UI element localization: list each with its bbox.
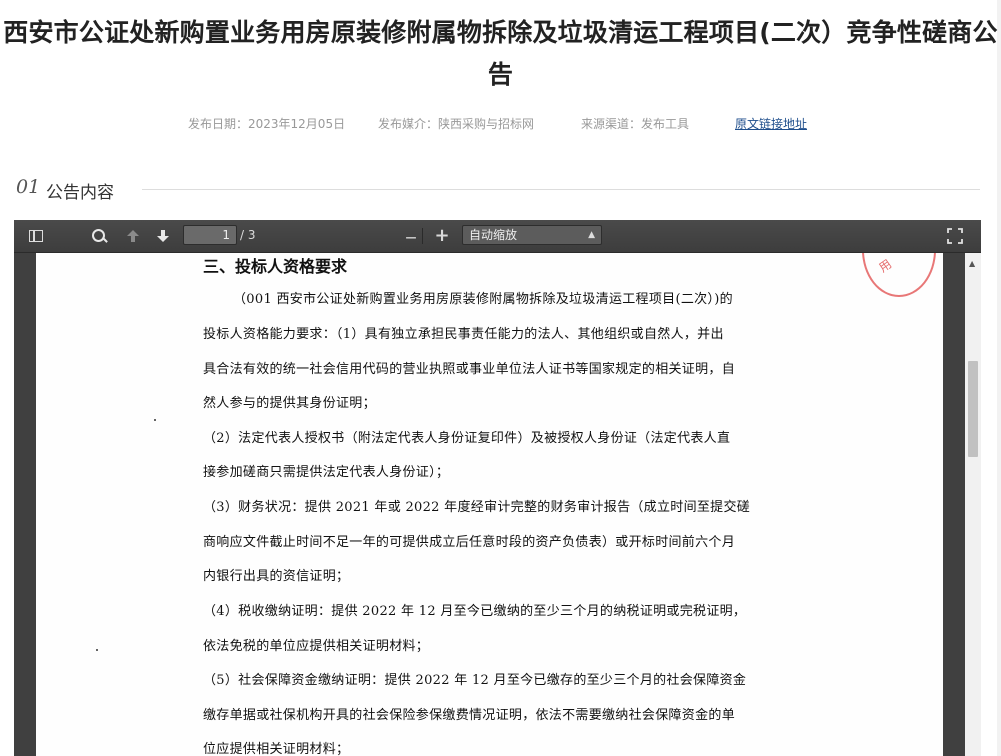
doc-line: 依法免税的单位应提供相关证明材料； (203, 639, 430, 654)
doc-line: 接参加磋商只需提供法定代表人身份证）； (203, 465, 450, 480)
article-meta: 发布日期：2023年12月05日 发布媒介：陕西采购与招标网 来源渠道：发布工具… (0, 115, 1001, 133)
search-icon[interactable] (88, 226, 110, 246)
doc-line: 缴存单据或社保机构开具的社会保险参保缴费情况证明，依法不需要缴纳社会保障资金的单 (203, 708, 736, 723)
doc-line: （4）税收缴纳证明：提供 2022 年 12 月至今已缴纳的至少三个月的纳税证明… (203, 604, 747, 619)
document-scrollbar-thumb[interactable] (968, 361, 978, 457)
sidebar-toggle-icon[interactable] (24, 226, 46, 246)
publish-date: 发布日期：2023年12月05日 (188, 117, 346, 131)
scan-speck (154, 419, 156, 421)
source-link[interactable]: 原文链接地址 (735, 115, 807, 132)
section-divider (142, 189, 980, 190)
zoom-separator (422, 228, 423, 244)
page-title: 西安市公证处新购置业务用房原装修附属物拆除及垃圾清运工程项目(二次）竞争性磋商公… (0, 12, 1001, 96)
arrow-down-icon[interactable] (152, 226, 174, 246)
title-line-2: 告 (487, 60, 514, 89)
section-label: 公告内容 (46, 183, 114, 203)
zoom-out-label: — (405, 231, 417, 244)
page-number-input[interactable]: 1 (183, 225, 237, 245)
doc-line: （5）社会保障资金缴纳证明：提供 2022 年 12 月至今已缴存的至少三个月的… (203, 673, 747, 688)
page-count: / 3 (240, 228, 256, 242)
chevron-updown-icon: ▲ (588, 230, 595, 240)
scan-speck (96, 649, 98, 651)
source-channel: 来源渠道：发布工具 (581, 117, 690, 131)
doc-line: （3）财务状况：提供 2021 年或 2022 年度经审计完整的财务审计报告（成… (203, 500, 751, 515)
doc-line: 投标人资格能力要求：（1）具有独立承担民事责任能力的法人、其他组织或自然人，并出 (203, 327, 724, 342)
scroll-up-icon[interactable]: ▲ (969, 259, 975, 268)
zoom-out-icon[interactable]: — (400, 226, 422, 246)
fullscreen-icon[interactable] (944, 226, 966, 246)
official-seal (862, 253, 936, 297)
arrow-up-icon[interactable] (122, 226, 144, 246)
doc-line: 商响应文件截止时间不足一年的可提供成立后任意时段的资产负债表）或开标时间前六个月 (203, 535, 736, 550)
publish-media: 发布媒介：陕西采购与招标网 (378, 117, 535, 131)
doc-line: 然人参与的提供其身份证明； (203, 396, 376, 411)
doc-line: 具合法有效的统一社会信用代码的营业执照或事业单位法人证书等国家规定的相关证明，自 (203, 362, 736, 377)
page-scrollbar[interactable] (997, 0, 1001, 756)
doc-line: （2）法定代表人授权书（附法定代表人身份证复印件）及被授权人身份证（法定代表人直 (203, 431, 731, 446)
zoom-in-icon[interactable]: + (431, 226, 453, 246)
document-scrollbar[interactable]: ▲ (965, 253, 981, 756)
doc-line: 位应提供相关证明材料； (203, 742, 350, 756)
zoom-select[interactable]: 自动缩放 ▲ (462, 225, 602, 245)
doc-heading: 三、投标人资格要求 (203, 257, 348, 276)
section-number: 01 (16, 176, 41, 198)
zoom-in-label: + (434, 225, 450, 246)
doc-line: （001 西安市公证处新购置业务用房原装修附属物拆除及垃圾清运工程项目(二次）)… (233, 292, 733, 307)
section-header: 01 公告内容 (16, 176, 980, 203)
pdf-toolbar: 1 / 3 — + 自动缩放 ▲ (14, 220, 981, 253)
doc-line: 内银行出具的资信证明； (203, 569, 350, 584)
title-line-1: 西安市公证处新购置业务用房原装修附属物拆除及垃圾清运工程项目(二次）竞争性磋商公 (3, 18, 998, 47)
zoom-select-value: 自动缩放 (469, 228, 518, 242)
pdf-viewer: 1 / 3 — + 自动缩放 ▲ 用 三、投标人资格要求 （001 西安市公证处… (14, 220, 981, 756)
pdf-page: 用 三、投标人资格要求 （001 西安市公证处新购置业务用房原装修附属物拆除及垃… (36, 253, 943, 756)
document-scroll-area[interactable]: 用 三、投标人资格要求 （001 西安市公证处新购置业务用房原装修附属物拆除及垃… (14, 253, 981, 756)
